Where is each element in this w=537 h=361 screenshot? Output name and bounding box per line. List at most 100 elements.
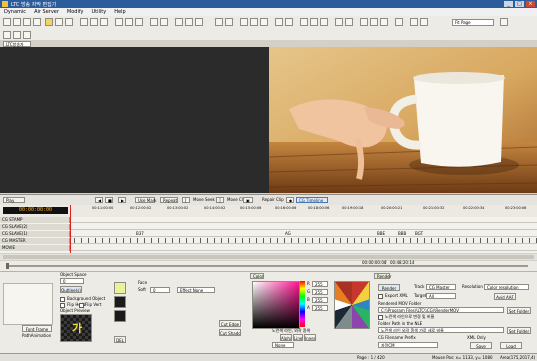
zoom-icon[interactable] xyxy=(55,18,63,26)
new-file-icon[interactable] xyxy=(3,18,11,26)
soft-input[interactable]: 0 xyxy=(150,287,170,293)
alpha-input[interactable]: 255 xyxy=(312,305,328,311)
rect-icon[interactable] xyxy=(125,18,133,26)
face-color-swatch[interactable] xyxy=(114,282,126,294)
set-folder-button[interactable]: Set Folder xyxy=(507,307,531,314)
render-tab[interactable]: Render xyxy=(374,273,391,279)
image-icon[interactable] xyxy=(150,18,158,26)
shape-icon[interactable] xyxy=(65,18,73,26)
color-tab[interactable]: Color xyxy=(250,273,264,279)
text-tool-icon[interactable] xyxy=(33,18,41,26)
render-button[interactable]: Render xyxy=(378,284,400,291)
load-button[interactable]: Load xyxy=(500,342,522,349)
font-frame-button[interactable]: Font Frame xyxy=(22,325,52,332)
render-icon[interactable] xyxy=(310,18,318,26)
mark-icon[interactable]: ◆ xyxy=(286,197,294,203)
save-icon[interactable] xyxy=(23,18,31,26)
maximize-button[interactable]: □ xyxy=(515,1,524,7)
align-right-icon[interactable] xyxy=(100,18,108,26)
filename-prefix-input[interactable]: 자막CM xyxy=(378,342,438,348)
position-slider[interactable]: 00:00:00:00 / 00:48:20:14 xyxy=(0,260,537,272)
ellipse-icon[interactable] xyxy=(135,18,143,26)
page-fit-select[interactable]: Fit Page xyxy=(452,19,494,26)
play-icon[interactable]: ▶ xyxy=(118,197,126,203)
ungroup-icon[interactable] xyxy=(260,18,268,26)
del-button[interactable]: DEL xyxy=(114,336,126,343)
track-cg-master[interactable]: CG MASTER B37 AG BBE BBB BGT xyxy=(0,231,537,244)
canvas-preview-left[interactable] xyxy=(0,47,269,193)
play-button[interactable]: Play xyxy=(3,197,25,203)
line-button[interactable]: Line xyxy=(293,334,303,341)
menu-modify[interactable]: Modify xyxy=(67,8,84,16)
outline-button[interactable]: Outline(s) xyxy=(60,286,82,293)
font-list[interactable] xyxy=(3,283,53,325)
undo-icon[interactable] xyxy=(335,18,343,26)
track-cg-slave-2[interactable]: CG SLAVE(2) xyxy=(0,224,537,230)
repeat-button[interactable]: Repeat xyxy=(160,197,178,203)
zoom-out-icon[interactable] xyxy=(420,18,428,26)
move-tool-icon[interactable] xyxy=(45,18,53,26)
align-left-icon[interactable] xyxy=(80,18,88,26)
window-icon[interactable] xyxy=(500,18,508,26)
hue-slider[interactable] xyxy=(300,281,305,327)
help-icon[interactable] xyxy=(395,18,403,26)
close-button[interactable]: × xyxy=(526,1,535,7)
shadow-color-swatch[interactable] xyxy=(114,310,126,322)
playhead[interactable] xyxy=(70,205,71,253)
crop-icon[interactable] xyxy=(275,18,283,26)
bold-icon[interactable] xyxy=(175,18,183,26)
cut-edge-button[interactable]: Cut Edge xyxy=(219,320,241,327)
tool-b-icon[interactable] xyxy=(13,31,21,39)
menu-air-server[interactable]: Air Server xyxy=(34,8,59,16)
layer-down-icon[interactable] xyxy=(225,18,233,26)
nle-folder-input[interactable]: 노란색 라인 외곽 흰색 가로 세로 비율 xyxy=(378,327,504,333)
blue-input[interactable]: 255 xyxy=(312,297,328,303)
alpha-button[interactable]: Alpha xyxy=(280,334,292,341)
menu-dynamic[interactable]: Dynamic xyxy=(4,8,26,16)
effect-select[interactable]: Effect None xyxy=(177,287,215,293)
open-file-icon[interactable] xyxy=(13,18,21,26)
background-object-checkbox[interactable] xyxy=(60,297,65,302)
minimize-button[interactable]: _ xyxy=(504,1,513,7)
none-select[interactable]: None xyxy=(272,342,294,348)
target-select[interactable]: All xyxy=(426,293,456,299)
use-mark-button[interactable]: Use Mark xyxy=(135,197,157,203)
tool-c-icon[interactable] xyxy=(23,31,31,39)
folder-check-checkbox[interactable] xyxy=(378,315,383,320)
scroll-thumb[interactable] xyxy=(3,255,534,259)
video-preview[interactable] xyxy=(269,47,537,193)
set-folder-button-2[interactable]: Set Folder xyxy=(507,327,531,334)
settings-icon[interactable] xyxy=(320,18,328,26)
mark-in-icon[interactable]: [ xyxy=(182,197,190,203)
copy-icon[interactable] xyxy=(370,18,378,26)
paste-icon[interactable] xyxy=(380,18,388,26)
menu-utility[interactable]: Utility xyxy=(92,8,107,16)
rotate-icon[interactable] xyxy=(285,18,293,26)
underline-icon[interactable] xyxy=(195,18,203,26)
redo-icon[interactable] xyxy=(345,18,353,26)
avid-aaf-button[interactable]: Avid AAF xyxy=(494,293,516,300)
track-select[interactable]: CG Master xyxy=(426,284,456,290)
export-xml-checkbox[interactable] xyxy=(378,294,383,299)
red-input[interactable]: 255 xyxy=(312,281,328,287)
group-icon[interactable] xyxy=(250,18,258,26)
color-picker-area[interactable] xyxy=(252,281,300,329)
save-button[interactable]: Save xyxy=(470,342,492,349)
menu-help[interactable]: Help xyxy=(114,8,125,16)
stop-button[interactable]: ■ xyxy=(105,197,113,203)
align-center-icon[interactable] xyxy=(90,18,98,26)
grid-icon[interactable] xyxy=(160,18,168,26)
slider-handle[interactable] xyxy=(6,263,9,269)
line-icon[interactable] xyxy=(115,18,123,26)
green-input[interactable]: 255 xyxy=(312,289,328,295)
layer-up-icon[interactable] xyxy=(215,18,223,26)
inner-button[interactable]: Inner xyxy=(304,334,316,341)
distribute-icon[interactable] xyxy=(240,18,248,26)
mark-out-icon[interactable]: ] xyxy=(216,197,224,203)
color-palette-grid[interactable] xyxy=(334,281,370,329)
preview-icon[interactable] xyxy=(300,18,308,26)
track-movie[interactable]: MOVIE xyxy=(0,245,537,251)
track-cg-slave-1[interactable]: CG SLAVE(1) xyxy=(0,231,537,237)
zoom-in-icon[interactable] xyxy=(410,18,418,26)
object-space-input[interactable]: 0 xyxy=(60,278,84,284)
